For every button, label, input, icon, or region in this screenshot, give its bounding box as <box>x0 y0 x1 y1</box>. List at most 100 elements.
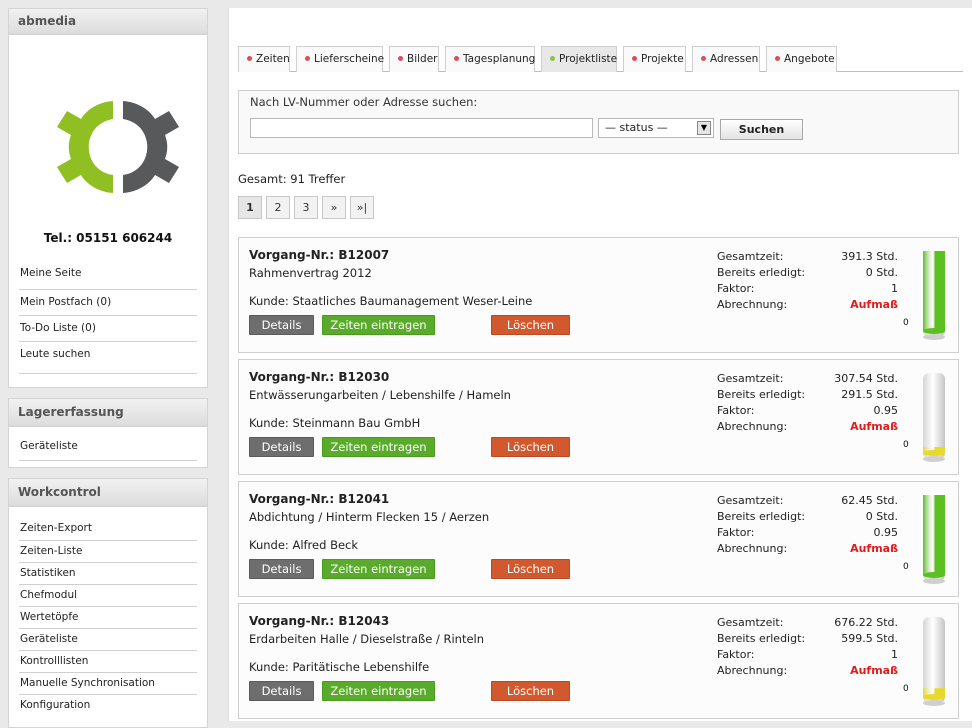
stat-value: Aufmaß <box>850 542 898 555</box>
brand-title: abmedia <box>9 9 207 35</box>
status-select[interactable]: — status — ▼ <box>598 118 714 138</box>
page-2-button[interactable]: 2 <box>266 196 290 219</box>
loeschen-button[interactable]: Löschen <box>491 315 570 335</box>
tab-label: Angebote <box>784 53 835 65</box>
details-button[interactable]: Details <box>249 437 314 457</box>
customer-name: Kunde: Alfred Beck <box>249 538 359 552</box>
search-panel: Nach LV-Nummer oder Adresse suchen: — st… <box>238 90 959 154</box>
page-1-button[interactable]: 1 <box>238 196 262 219</box>
progress-gauge: 0 <box>903 371 947 465</box>
workcontrol-title: Workcontrol <box>9 479 207 507</box>
menu-item-statistiken[interactable]: Statistiken <box>19 563 197 585</box>
last-page-button[interactable]: »| <box>350 196 374 219</box>
vorgang-number: Vorgang-Nr.: B12030 <box>249 370 390 384</box>
lager-box: Lagererfassung Geräteliste <box>8 398 208 468</box>
loeschen-button[interactable]: Löschen <box>491 681 570 701</box>
search-legend: Nach LV-Nummer oder Adresse suchen: <box>250 95 478 109</box>
stat-value: 1 <box>891 648 898 661</box>
stat-value: 0 Std. <box>865 266 898 279</box>
tab-tagesplanung[interactable]: Tagesplanung <box>445 46 535 72</box>
sidebar: abmedia Tel.: 05151 606244 Meine Seite M… <box>0 0 216 728</box>
tab-angebote[interactable]: Angebote <box>766 46 837 72</box>
stat-gesamtzeit: Gesamtzeit: 676.22 Std. <box>717 615 898 631</box>
tab-adressen[interactable]: Adressen <box>692 46 760 72</box>
status-dot-icon <box>632 55 637 61</box>
gauge-base <box>923 572 945 578</box>
menu-item-manuelle-synchronisation[interactable]: Manuelle Synchronisation <box>19 673 197 695</box>
menu-item-geraeteliste-lager[interactable]: Geräteliste <box>19 437 197 461</box>
stat-label: Gesamtzeit: <box>717 372 784 385</box>
menu-item-zeiten-liste[interactable]: Zeiten-Liste <box>19 541 197 563</box>
stat-gesamtzeit: Gesamtzeit: 307.54 Std. <box>717 371 898 387</box>
dropdown-arrow-icon[interactable]: ▼ <box>697 121 711 135</box>
stat-value: 307.54 Std. <box>834 372 898 385</box>
stat-value: 599.5 Std. <box>841 632 898 645</box>
details-button[interactable]: Details <box>249 559 314 579</box>
stat-faktor: Faktor: 1 <box>717 647 898 663</box>
stat-abrechnung: Abrechnung: Aufmaß <box>717 541 898 557</box>
stat-label: Faktor: <box>717 526 755 539</box>
menu-item-chefmodul[interactable]: Chefmodul <box>19 585 197 607</box>
zeiten-eintragen-button[interactable]: Zeiten eintragen <box>322 437 435 457</box>
menu-item-meine-seite[interactable]: Meine Seite <box>19 264 197 290</box>
menu-item-wertetoepfe[interactable]: Wertetöpfe <box>19 607 197 629</box>
project-card: Vorgang-Nr.: B12043 Erdarbeiten Halle / … <box>238 603 959 719</box>
menu-item-leute-suchen[interactable]: Leute suchen <box>19 342 197 374</box>
progress-gauge: 0 <box>903 493 947 587</box>
page-3-button[interactable]: 3 <box>294 196 318 219</box>
stat-value: Aufmaß <box>850 664 898 677</box>
customer-name: Kunde: Steinmann Bau GmbH <box>249 416 421 430</box>
tab-zeiten[interactable]: Zeiten <box>238 46 290 72</box>
loeschen-button[interactable]: Löschen <box>491 437 570 457</box>
stat-erledigt: Bereits erledigt: 599.5 Std. <box>717 631 898 647</box>
menu-item-konfiguration[interactable]: Konfiguration <box>19 695 197 717</box>
zeiten-eintragen-button[interactable]: Zeiten eintragen <box>322 681 435 701</box>
menu-item-geraeteliste[interactable]: Geräteliste <box>19 629 197 651</box>
stat-label: Faktor: <box>717 648 755 661</box>
result-count: Gesamt: 91 Treffer <box>238 172 346 186</box>
tab-lieferscheine[interactable]: Lieferscheine <box>296 46 385 72</box>
project-card: Vorgang-Nr.: B12041 Abdichtung / Hinterm… <box>238 481 959 597</box>
stat-value: 391.3 Std. <box>841 250 898 263</box>
zeiten-eintragen-button[interactable]: Zeiten eintragen <box>322 315 435 335</box>
stat-gesamtzeit: Gesamtzeit: 62.45 Std. <box>717 493 898 509</box>
stat-abrechnung: Abrechnung: Aufmaß <box>717 663 898 679</box>
status-select-value: — status — <box>605 121 668 134</box>
stat-value: 0 Std. <box>865 510 898 523</box>
gauge-bottom <box>923 700 945 706</box>
gauge-zero-label: 0 <box>903 684 909 694</box>
details-button[interactable]: Details <box>249 681 314 701</box>
details-button[interactable]: Details <box>249 315 314 335</box>
main-content: Zeiten Lieferscheine Bilder Tagesplanung… <box>228 8 972 721</box>
status-dot-icon <box>305 55 310 61</box>
menu-item-zeiten-export[interactable]: Zeiten-Export <box>19 519 197 541</box>
progress-gauge: 0 <box>903 249 947 343</box>
zeiten-eintragen-button[interactable]: Zeiten eintragen <box>322 559 435 579</box>
loeschen-button[interactable]: Löschen <box>491 559 570 579</box>
tab-label: Lieferscheine <box>314 53 385 65</box>
gauge-background <box>923 373 945 459</box>
tab-bar: Zeiten Lieferscheine Bilder Tagesplanung… <box>238 46 963 72</box>
stat-label: Gesamtzeit: <box>717 250 784 263</box>
search-input[interactable] <box>250 118 593 138</box>
stat-label: Abrechnung: <box>717 542 788 555</box>
search-button[interactable]: Suchen <box>720 119 803 140</box>
stat-value: 291.5 Std. <box>841 388 898 401</box>
stat-value: Aufmaß <box>850 298 898 311</box>
tab-projekte[interactable]: Projekte <box>623 46 686 72</box>
stat-label: Bereits erledigt: <box>717 510 806 523</box>
stat-erledigt: Bereits erledigt: 291.5 Std. <box>717 387 898 403</box>
status-dot-icon <box>775 55 780 61</box>
tab-label: Projektliste <box>559 53 618 65</box>
stat-label: Abrechnung: <box>717 420 788 433</box>
stat-label: Bereits erledigt: <box>717 632 806 645</box>
menu-item-kontrolllisten[interactable]: Kontrolllisten <box>19 651 197 673</box>
menu-item-postfach[interactable]: Mein Postfach (0) <box>19 290 197 316</box>
stat-label: Faktor: <box>717 404 755 417</box>
tab-bilder[interactable]: Bilder <box>389 46 439 72</box>
tab-projektliste[interactable]: Projektliste <box>541 46 617 72</box>
next-page-button[interactable]: » <box>322 196 346 219</box>
menu-item-todo[interactable]: To-Do Liste (0) <box>19 316 197 342</box>
workcontrol-menu: Zeiten-Export Zeiten-Liste Statistiken C… <box>19 519 197 717</box>
gauge-bottom <box>923 456 945 462</box>
